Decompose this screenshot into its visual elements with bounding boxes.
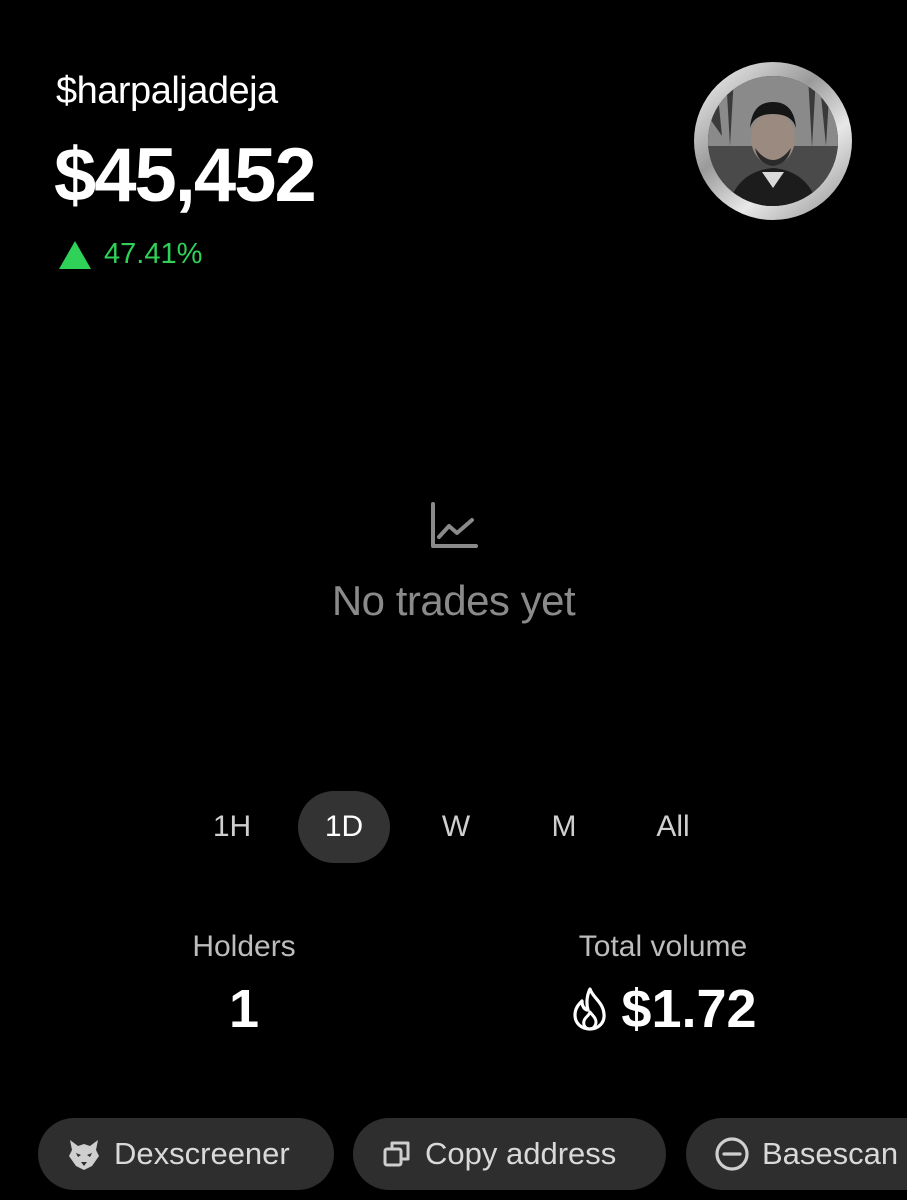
- copy-address-button[interactable]: Copy address: [353, 1118, 666, 1190]
- price-change: 47.41%: [58, 238, 202, 271]
- volume-stat: Total volume $1.72: [540, 930, 786, 1040]
- token-ticker: $harpaljadeja: [56, 70, 278, 112]
- dexscreener-button[interactable]: Dexscreener: [38, 1118, 334, 1190]
- avatar[interactable]: [694, 62, 852, 220]
- up-triangle-icon: [59, 240, 91, 269]
- empty-chart-message: No trades yet: [331, 577, 576, 624]
- basescan-label: Basescan: [762, 1136, 899, 1171]
- range-week[interactable]: W: [418, 791, 494, 863]
- token-price: $45,452: [54, 133, 317, 218]
- range-month[interactable]: M: [526, 791, 602, 863]
- basescan-icon: [715, 1137, 749, 1171]
- range-all[interactable]: All: [634, 791, 712, 863]
- holders-label: Holders: [192, 930, 296, 963]
- price-change-percent: 47.41%: [104, 238, 203, 270]
- range-1h[interactable]: 1H: [194, 791, 270, 863]
- volume-row: $1.72: [540, 978, 786, 1040]
- line-chart-icon: [430, 502, 478, 548]
- dexscreener-icon: [69, 1140, 99, 1170]
- holders-value: 1: [228, 979, 260, 1039]
- holders-stat: Holders 1: [144, 930, 344, 1040]
- copy-icon: [383, 1141, 410, 1167]
- dexscreener-label: Dexscreener: [114, 1136, 290, 1171]
- avatar-photo: [708, 76, 838, 206]
- volume-label: Total volume: [578, 930, 748, 963]
- range-1d[interactable]: 1D: [298, 791, 390, 863]
- chart-empty-state: No trades yet: [0, 500, 907, 625]
- flame-icon: [573, 987, 607, 1031]
- volume-value: $1.72: [621, 979, 757, 1039]
- time-range-selector: 1H 1D W M All: [0, 791, 907, 863]
- basescan-button[interactable]: Basescan: [686, 1118, 907, 1190]
- copy-address-label: Copy address: [425, 1136, 617, 1171]
